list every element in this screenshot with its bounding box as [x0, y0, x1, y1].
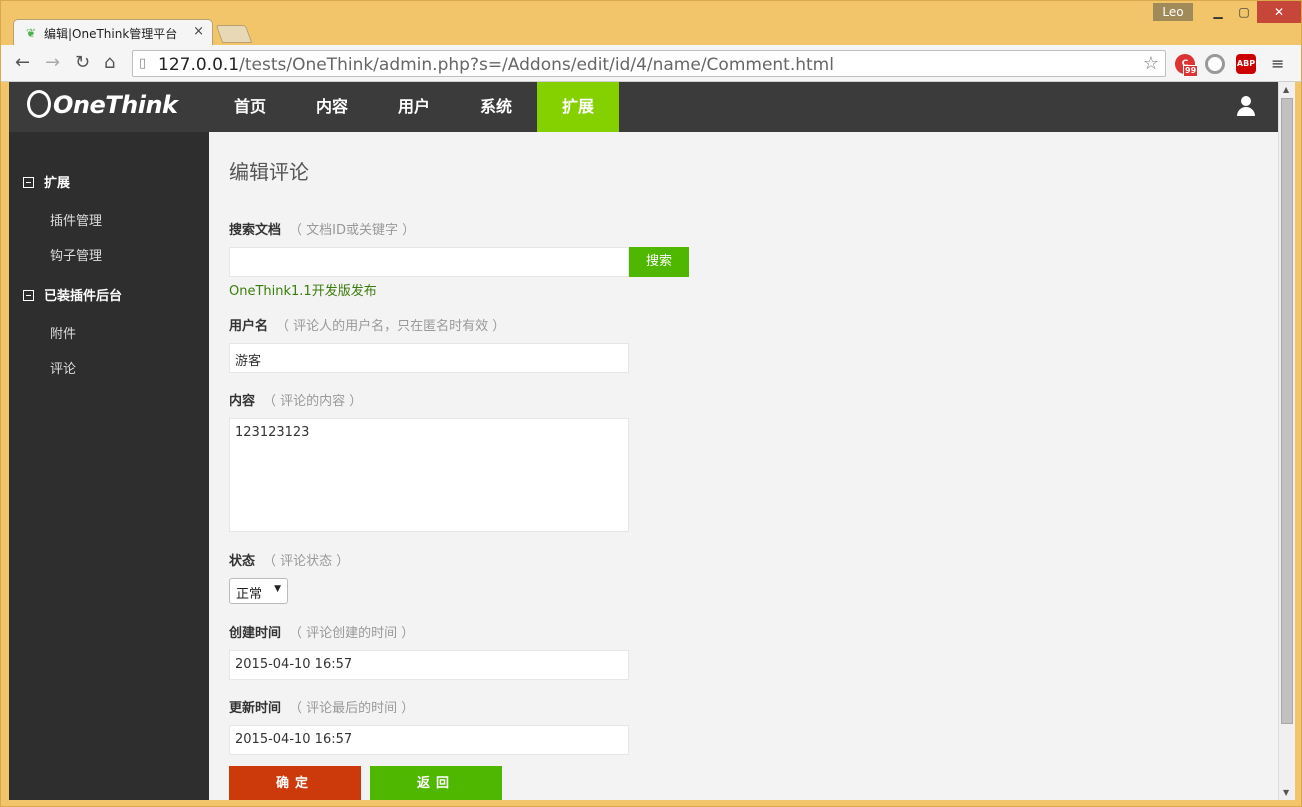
nav-system[interactable]: 系统	[455, 82, 537, 132]
close-window-icon[interactable]: ✕	[1257, 1, 1301, 23]
sidebar: 扩展 插件管理 钩子管理 已装插件后台 附件 评论	[9, 132, 209, 800]
content-label-text: 内容	[229, 394, 256, 409]
collapse-icon	[23, 177, 34, 188]
search-label: 搜索文档 （ 文档ID或关键字 ）	[229, 219, 415, 238]
created-hint: （ 评论创建的时间 ）	[289, 626, 415, 641]
url-host: 127.0.0.1	[158, 55, 240, 75]
username-label: 用户名 （ 评论人的用户名，只在匿名时有效 ）	[229, 315, 505, 334]
status-label-text: 状态	[229, 554, 256, 569]
user-icon-body	[1237, 107, 1255, 116]
url-text[interactable]: 127.0.0.1/tests/OneThink/admin.php?s=/Ad…	[158, 55, 834, 75]
content-hint: （ 评论的内容 ）	[263, 394, 363, 409]
logo-text: OneThink	[53, 91, 178, 119]
adblock-icon[interactable]: ABP	[1236, 54, 1256, 74]
username-label-text: 用户名	[229, 319, 269, 334]
main-content: 编辑评论 搜索文档 （ 文档ID或关键字 ） 搜索 OneThink1.1开发版发…	[209, 132, 1278, 800]
dropdown-arrow-icon: ▼	[274, 584, 281, 594]
sidebar-group-installed[interactable]: 已装插件后台	[23, 285, 122, 304]
new-tab-button[interactable]	[215, 25, 253, 43]
menu-icon[interactable]: ≡	[1271, 54, 1284, 73]
url-path: /tests/OneThink/admin.php?s=/Addons/edit…	[239, 55, 834, 75]
extension-count-badge: 99	[1183, 65, 1199, 77]
tab-title: 编辑|OneThink管理平台	[44, 27, 178, 41]
scroll-up-icon[interactable]: ▲	[1283, 85, 1289, 94]
home-icon[interactable]: ⌂	[104, 53, 115, 73]
nav-extensions[interactable]: 扩展	[537, 82, 619, 132]
top-navbar: OneThink 首页 内容 用户 系统 扩展	[9, 82, 1278, 132]
sidebar-group-label: 扩展	[44, 176, 71, 191]
content-textarea[interactable]: 123123123	[229, 418, 629, 532]
search-hint: （ 文档ID或关键字 ）	[289, 223, 416, 238]
search-label-text: 搜索文档	[229, 223, 282, 238]
search-result-link[interactable]: OneThink1.1开发版发布	[229, 280, 377, 299]
profile-badge[interactable]: Leo	[1153, 3, 1193, 21]
sidebar-item-comment[interactable]: 评论	[50, 358, 76, 377]
updated-hint: （ 评论最后的时间 ）	[289, 701, 415, 716]
user-icon-head	[1241, 96, 1251, 106]
sidebar-item-plugin-manage[interactable]: 插件管理	[50, 210, 102, 229]
collapse-icon	[23, 290, 34, 301]
updated-label-text: 更新时间	[229, 701, 282, 716]
scrollbar-thumb[interactable]	[1281, 98, 1293, 724]
maximize-icon[interactable]: ▢	[1231, 1, 1257, 23]
back-button[interactable]: 返回	[370, 766, 502, 800]
browser-window: ❦ 编辑|OneThink管理平台 × Leo ▁ ▢ ✕ ← → ↻ ⌂ ▯ …	[0, 0, 1302, 807]
forward-arrow-icon[interactable]: →	[45, 53, 60, 73]
leaf-favicon-icon: ❦	[26, 26, 37, 40]
search-input[interactable]	[229, 247, 629, 277]
created-label: 创建时间 （ 评论创建的时间 ）	[229, 622, 414, 641]
extension-c-icon[interactable]: C 99	[1175, 54, 1199, 77]
updated-label: 更新时间 （ 评论最后的时间 ）	[229, 697, 414, 716]
created-label-text: 创建时间	[229, 626, 282, 641]
address-bar[interactable]: ▯ 127.0.0.1/tests/OneThink/admin.php?s=/…	[132, 50, 1166, 77]
username-hint: （ 评论人的用户名，只在匿名时有效 ）	[276, 319, 506, 334]
confirm-button[interactable]: 确定	[229, 766, 361, 800]
scroll-down-icon[interactable]: ▼	[1283, 788, 1289, 797]
sidebar-group-label: 已装插件后台	[44, 289, 123, 304]
updated-time-input[interactable]: 2015-04-10 16:57	[229, 725, 629, 755]
content-label: 内容 （ 评论的内容 ）	[229, 390, 362, 409]
status-label: 状态 （ 评论状态 ）	[229, 550, 349, 569]
bookmark-star-icon[interactable]: ☆	[1143, 53, 1159, 74]
browser-tab[interactable]: ❦ 编辑|OneThink管理平台 ×	[13, 19, 213, 45]
status-select-value: 正常	[236, 587, 263, 602]
nav-content[interactable]: 内容	[291, 82, 373, 132]
status-select[interactable]: 正常 ▼	[229, 578, 288, 604]
sidebar-item-hook-manage[interactable]: 钩子管理	[50, 245, 102, 264]
user-icon[interactable]	[1236, 96, 1256, 118]
logo-mark-icon	[27, 90, 51, 118]
status-hint: （ 评论状态 ）	[263, 554, 350, 569]
created-time-input[interactable]: 2015-04-10 16:57	[229, 650, 629, 680]
vertical-scrollbar[interactable]: ▲ ▼	[1278, 82, 1295, 800]
sidebar-item-attachment[interactable]: 附件	[50, 323, 76, 342]
minimize-icon[interactable]: ▁	[1205, 1, 1231, 23]
nav-users[interactable]: 用户	[373, 82, 455, 132]
tab-strip: ❦ 编辑|OneThink管理平台 ×	[9, 1, 1295, 45]
extension-circle-icon[interactable]	[1205, 54, 1225, 74]
reload-icon[interactable]: ↻	[75, 53, 90, 73]
back-arrow-icon[interactable]: ←	[15, 53, 30, 73]
page-title: 编辑评论	[229, 160, 309, 184]
nav-home[interactable]: 首页	[209, 82, 291, 132]
close-tab-icon[interactable]: ×	[193, 24, 204, 39]
onethink-logo[interactable]: OneThink	[27, 90, 178, 119]
sidebar-group-extensions[interactable]: 扩展	[23, 172, 70, 191]
username-input[interactable]: 游客	[229, 343, 629, 373]
browser-toolbar: ← → ↻ ⌂ ▯ 127.0.0.1/tests/OneThink/admin…	[1, 45, 1301, 82]
page-icon: ▯	[139, 56, 147, 71]
app-viewport: OneThink 首页 内容 用户 系统 扩展 扩展 插件管理 钩子管理 已装插…	[9, 82, 1278, 800]
search-button[interactable]: 搜索	[629, 247, 689, 277]
